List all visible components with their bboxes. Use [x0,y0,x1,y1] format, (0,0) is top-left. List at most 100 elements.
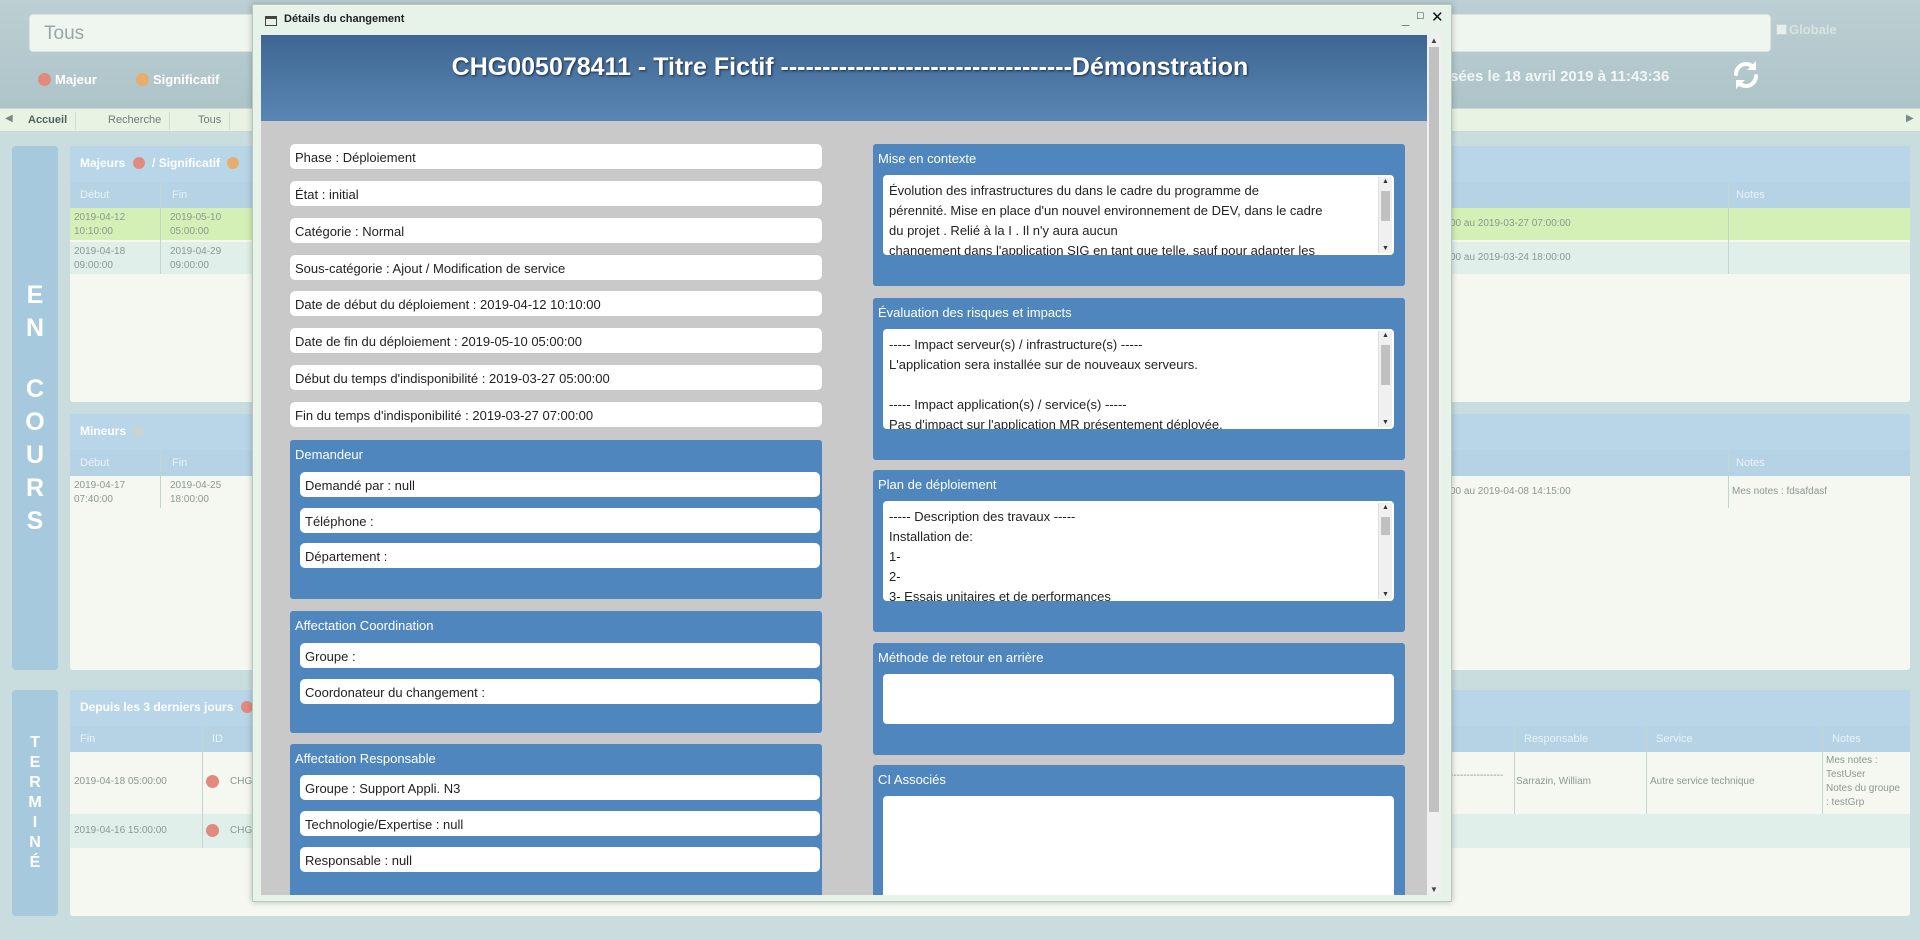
cell-range: 00 au 2019-03-27 07:00:00 [1450,218,1571,229]
note-line: Mes notes : [1826,755,1878,766]
cell-fin: 2019-04-16 15:00:00 [74,825,167,836]
maximize-icon[interactable]: □ [1417,11,1424,22]
panel-title-sep: / Significatif [152,156,221,170]
field-sous-categorie: Sous-catégorie : Ajout / Modification de… [290,255,822,280]
textarea-scrollbar[interactable]: ▲ ▼ [1378,331,1392,427]
refresh-icon[interactable] [1728,57,1764,93]
cell-title-fragment: ---------------- [1450,770,1504,781]
scroll-down-icon[interactable]: ▼ [1382,419,1389,426]
scroll-up-icon[interactable]: ▲ [1382,504,1389,511]
cell-fin: 2019-05-10 05:00:00 [170,211,221,239]
panel-title: Depuis les 3 derniers jours [80,700,234,714]
nav-left-arrow-icon[interactable]: ◀ [5,113,13,124]
red-dot-icon [132,157,145,169]
text-line: ----- Impact serveur(s) / infrastructure… [889,337,1143,352]
letter: S [26,506,44,535]
scroll-up-icon[interactable]: ▲ [1430,36,1438,45]
letter: U [25,440,45,469]
tab-accueil[interactable]: Accueil [20,112,77,130]
tab-recherche[interactable]: Recherche [100,112,171,130]
col-notes[interactable]: Notes [1736,457,1765,469]
col-notes[interactable]: Notes [1832,733,1861,745]
scroll-down-icon[interactable]: ▼ [1430,885,1438,894]
col-debut[interactable]: Début [80,457,109,469]
cell-fin-date: 2019-05-10 [170,212,222,223]
panel-title: Mineurs [80,424,127,438]
retour-textarea[interactable] [883,674,1394,724]
cell-debut-time: 10:10:00 [74,226,113,237]
cell-debut-time: 09:00:00 [74,260,113,271]
col-responsable[interactable]: Responsable [1524,733,1588,745]
minimize-icon[interactable]: _ [1402,13,1409,26]
checkbox-icon[interactable] [1776,24,1787,35]
search-placeholder: Tous [44,23,85,44]
grey-dot-icon [133,425,146,437]
cell-debut-date: 2019-04-18 [74,246,126,257]
retour-text [883,674,1394,680]
col-id[interactable]: ID [212,733,223,745]
letter: R [25,473,45,502]
field-fin-indispo: Fin du temps d'indisponibilité : 2019-03… [290,402,822,427]
text-line: pérennité. Mise en place d'un nouvel env… [889,203,1323,218]
ci-textarea[interactable] [883,796,1394,895]
col-fin[interactable]: Fin [172,457,187,469]
scroll-thumb[interactable] [1381,191,1390,221]
cell-id: CHG [230,776,253,787]
globale-checkbox[interactable]: Globale [1776,22,1837,37]
red-dot-icon [240,701,253,713]
panel-title: Majeurs [80,156,126,170]
field-categorie: Catégorie : Normal [290,218,822,243]
scroll-up-icon[interactable]: ▲ [1382,332,1389,339]
red-dot-icon [38,73,51,86]
cell-id: CHG [230,825,253,836]
textarea-scrollbar[interactable]: ▲ ▼ [1378,177,1392,253]
close-icon[interactable]: ✕ [1431,10,1444,25]
field-groupe-responsable: Groupe : Support Appli. N3 [300,775,820,800]
textarea-scrollbar[interactable]: ▲ ▼ [1378,503,1392,599]
scroll-thumb[interactable] [1429,47,1439,812]
scroll-down-icon[interactable]: ▼ [1382,591,1389,598]
group-title: Plan de déploiement [878,477,997,492]
col-divider [1728,182,1729,274]
tab-tous[interactable]: Tous [190,112,231,130]
legend-significatif: Significatif [136,72,219,87]
scroll-down-icon[interactable]: ▼ [1382,245,1389,252]
nav-right-arrow-icon[interactable]: ▶ [1906,113,1914,124]
group-title: Demandeur [295,447,363,462]
evaluation-textarea[interactable]: ----- Impact serveur(s) / infrastructure… [883,329,1394,429]
cell-range: 00 au 2019-04-08 14:15:00 [1450,486,1571,497]
field-etat: État : initial [290,181,822,206]
cell-fin-time: 18:00:00 [170,494,209,505]
field-responsable: Responsable : null [300,847,820,872]
group-retour-arriere: Méthode de retour en arrière [873,643,1405,755]
text-line: ----- Description des travaux ----- [889,509,1076,524]
last-update-text: sées le 18 avril 2019 à 11:43:36 [1450,68,1670,85]
text-line [889,375,1370,395]
scroll-thumb[interactable] [1381,345,1390,385]
field-technologie: Technologie/Expertise : null [300,811,820,836]
note-line: Notes du groupe [1826,783,1900,794]
ci-text [883,796,1394,802]
col-notes[interactable]: Notes [1736,189,1765,201]
cell-debut: 2019-04-18 09:00:00 [74,245,125,273]
col-debut[interactable]: Début [80,189,109,201]
change-header: CHG005078411 - Titre Fictif ------------… [261,35,1439,121]
dialog-scrollbar[interactable]: ▲ ▼ [1427,35,1441,895]
scroll-up-icon[interactable]: ▲ [1382,178,1389,185]
legend-majeur: Majeur [38,72,97,87]
scroll-thumb[interactable] [1381,517,1390,535]
mise-en-contexte-textarea[interactable]: Évolution des infrastructures du dans le… [883,175,1394,255]
col-divider [202,726,203,848]
col-service[interactable]: Service [1656,733,1693,745]
legend-significatif-label: Significatif [153,72,220,87]
cell-fin: 2019-04-25 18:00:00 [170,479,221,507]
col-fin[interactable]: Fin [80,733,95,745]
letter: C [25,374,45,403]
cell-fin-time: 09:00:00 [170,260,209,271]
cell-debut-date: 2019-04-12 [74,212,126,223]
dialog-titlebar[interactable]: Détails du changement _ □ ✕ [253,5,1451,35]
plan-textarea[interactable]: ----- Description des travaux ----- Inst… [883,501,1394,601]
group-title: Évaluation des risques et impacts [878,305,1072,320]
col-fin[interactable]: Fin [172,189,187,201]
letter: E [26,280,44,309]
